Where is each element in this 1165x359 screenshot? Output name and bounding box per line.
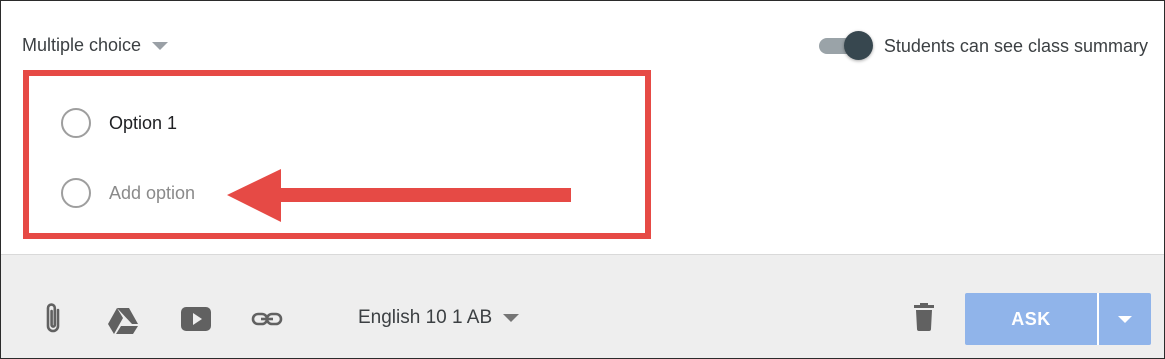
question-type-dropdown[interactable]: Multiple choice (22, 35, 169, 56)
ask-button[interactable]: ASK (965, 293, 1097, 345)
ask-options-dropdown[interactable] (1099, 293, 1151, 345)
trash-icon[interactable] (913, 303, 935, 331)
ask-button-group: ASK (965, 293, 1151, 345)
class-summary-label: Students can see class summary (883, 35, 1148, 56)
class-dropdown[interactable]: English 10 1 AB (358, 307, 520, 329)
class-summary-setting: Students can see class summary (817, 31, 1148, 61)
question-type-label: Multiple choice (22, 35, 142, 55)
link-icon[interactable] (251, 311, 283, 327)
composer-footer: English 10 1 AB ASK (1, 254, 1164, 358)
class-label: English 10 1 AB (358, 307, 493, 328)
annotation-arrow-icon (227, 169, 571, 222)
question-composer: Multiple choice Students can see class s… (0, 0, 1165, 359)
chevron-down-icon (503, 314, 520, 322)
chevron-down-icon (152, 41, 169, 50)
youtube-icon[interactable] (180, 306, 212, 332)
chevron-down-icon (1118, 315, 1132, 323)
google-drive-icon[interactable] (107, 307, 139, 335)
class-summary-toggle[interactable] (817, 31, 873, 61)
toggle-thumb (843, 31, 873, 60)
paperclip-icon[interactable] (39, 301, 67, 337)
